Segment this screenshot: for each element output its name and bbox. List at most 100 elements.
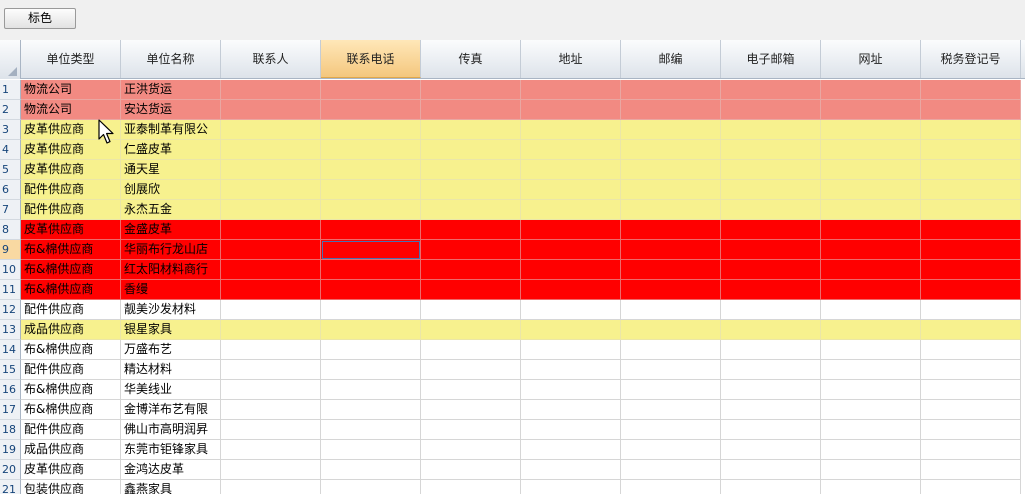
grid-cell[interactable] [921,360,1021,380]
grid-cell[interactable] [421,460,521,480]
row-number[interactable]: 21 [0,480,21,494]
grid-cell[interactable] [821,400,921,420]
grid-cell[interactable] [321,420,421,440]
grid-cell[interactable] [321,180,421,200]
grid-cell[interactable] [721,160,821,180]
grid-cell[interactable] [821,240,921,260]
grid-cell[interactable] [621,420,721,440]
grid-cell[interactable] [721,480,821,494]
grid-cell[interactable] [821,220,921,240]
cell-unit-type[interactable]: 皮革供应商 [21,160,121,180]
row-number[interactable]: 16 [0,380,21,400]
grid-cell[interactable] [621,480,721,494]
grid-cell[interactable] [921,460,1021,480]
column-header[interactable]: 单位类型 [21,40,121,78]
cell-unit-type[interactable]: 布&棉供应商 [21,380,121,400]
table-row[interactable]: 1 物流公司 正洪货运 [0,80,1025,100]
row-number[interactable]: 12 [0,300,21,320]
grid-cell[interactable] [621,80,721,100]
row-number[interactable]: 15 [0,360,21,380]
table-row[interactable]: 2 物流公司 安达货运 [0,100,1025,120]
grid-cell[interactable] [421,80,521,100]
grid-cell[interactable] [421,380,521,400]
grid-cell[interactable] [421,100,521,120]
grid-cell[interactable] [721,440,821,460]
grid-cell[interactable] [321,120,421,140]
grid-cell[interactable] [821,460,921,480]
grid-cell[interactable] [421,440,521,460]
grid-cell[interactable] [721,340,821,360]
column-header[interactable]: 单位名称 [121,40,221,78]
grid-cell[interactable] [921,240,1021,260]
grid-cell[interactable] [421,220,521,240]
grid-cell[interactable] [221,140,321,160]
grid-cell[interactable] [721,200,821,220]
grid-cell[interactable] [921,260,1021,280]
cell-unit-name[interactable]: 佛山市高明润昇 [121,420,221,440]
grid-cell[interactable] [621,360,721,380]
cell-unit-name[interactable]: 安达货运 [121,100,221,120]
grid-cell[interactable] [721,120,821,140]
row-number[interactable]: 5 [0,160,21,180]
grid-cell[interactable] [821,140,921,160]
cell-unit-name[interactable]: 金盛皮革 [121,220,221,240]
grid-cell[interactable] [921,380,1021,400]
grid-cell[interactable] [821,380,921,400]
grid-cell[interactable] [621,100,721,120]
row-number[interactable]: 7 [0,200,21,220]
table-row[interactable]: 8 皮革供应商 金盛皮革 [0,220,1025,240]
grid-cell[interactable] [621,120,721,140]
column-header[interactable]: 联系电话 [321,40,421,78]
grid-cell[interactable] [321,480,421,494]
table-row[interactable]: 20 皮革供应商 金鸿达皮革 [0,460,1025,480]
grid-cell[interactable] [321,260,421,280]
grid-cell[interactable] [521,440,621,460]
grid-cell[interactable] [921,80,1021,100]
grid-cell[interactable] [921,220,1021,240]
grid-cell[interactable] [421,400,521,420]
table-row[interactable]: 6 配件供应商 创展欣 [0,180,1025,200]
grid-cell[interactable] [721,220,821,240]
row-number[interactable]: 11 [0,280,21,300]
table-row[interactable]: 7 配件供应商 永杰五金 [0,200,1025,220]
grid-cell[interactable] [821,480,921,494]
grid-cell[interactable] [921,140,1021,160]
cell-unit-name[interactable]: 香缦 [121,280,221,300]
row-number[interactable]: 19 [0,440,21,460]
grid-cell[interactable] [821,180,921,200]
cell-unit-name[interactable]: 亚泰制革有限公 [121,120,221,140]
grid-cell[interactable] [821,120,921,140]
table-row[interactable]: 18 配件供应商 佛山市高明润昇 [0,420,1025,440]
grid-cell[interactable] [321,360,421,380]
grid-cell[interactable] [521,180,621,200]
grid-cell[interactable] [821,260,921,280]
table-row[interactable]: 10 布&棉供应商 红太阳材料商行 [0,260,1025,280]
grid-cell[interactable] [421,180,521,200]
grid-cell[interactable] [421,300,521,320]
grid-cell[interactable] [321,200,421,220]
table-row[interactable]: 16 布&棉供应商 华美线业 [0,380,1025,400]
cell-unit-type[interactable]: 物流公司 [21,100,121,120]
grid-cell[interactable] [421,140,521,160]
cell-unit-name[interactable]: 华美线业 [121,380,221,400]
cell-unit-type[interactable]: 布&棉供应商 [21,400,121,420]
grid-cell[interactable] [421,280,521,300]
grid-cell[interactable] [521,360,621,380]
row-number[interactable]: 10 [0,260,21,280]
grid-cell[interactable] [521,140,621,160]
grid-cell[interactable] [521,320,621,340]
grid-cell[interactable] [421,340,521,360]
grid-cell[interactable] [921,320,1021,340]
grid-cell[interactable] [321,80,421,100]
grid-cell[interactable] [821,100,921,120]
row-number[interactable]: 20 [0,460,21,480]
grid-cell[interactable] [721,260,821,280]
table-row[interactable]: 9 布&棉供应商 华丽布行龙山店 [0,240,1025,260]
grid-cell[interactable] [721,140,821,160]
table-row[interactable]: 14 布&棉供应商 万盛布艺 [0,340,1025,360]
grid-cell[interactable] [221,260,321,280]
grid-cell[interactable] [221,180,321,200]
cell-unit-type[interactable]: 包装供应商 [21,480,121,494]
cell-unit-name[interactable]: 仁盛皮革 [121,140,221,160]
grid-cell[interactable] [221,160,321,180]
